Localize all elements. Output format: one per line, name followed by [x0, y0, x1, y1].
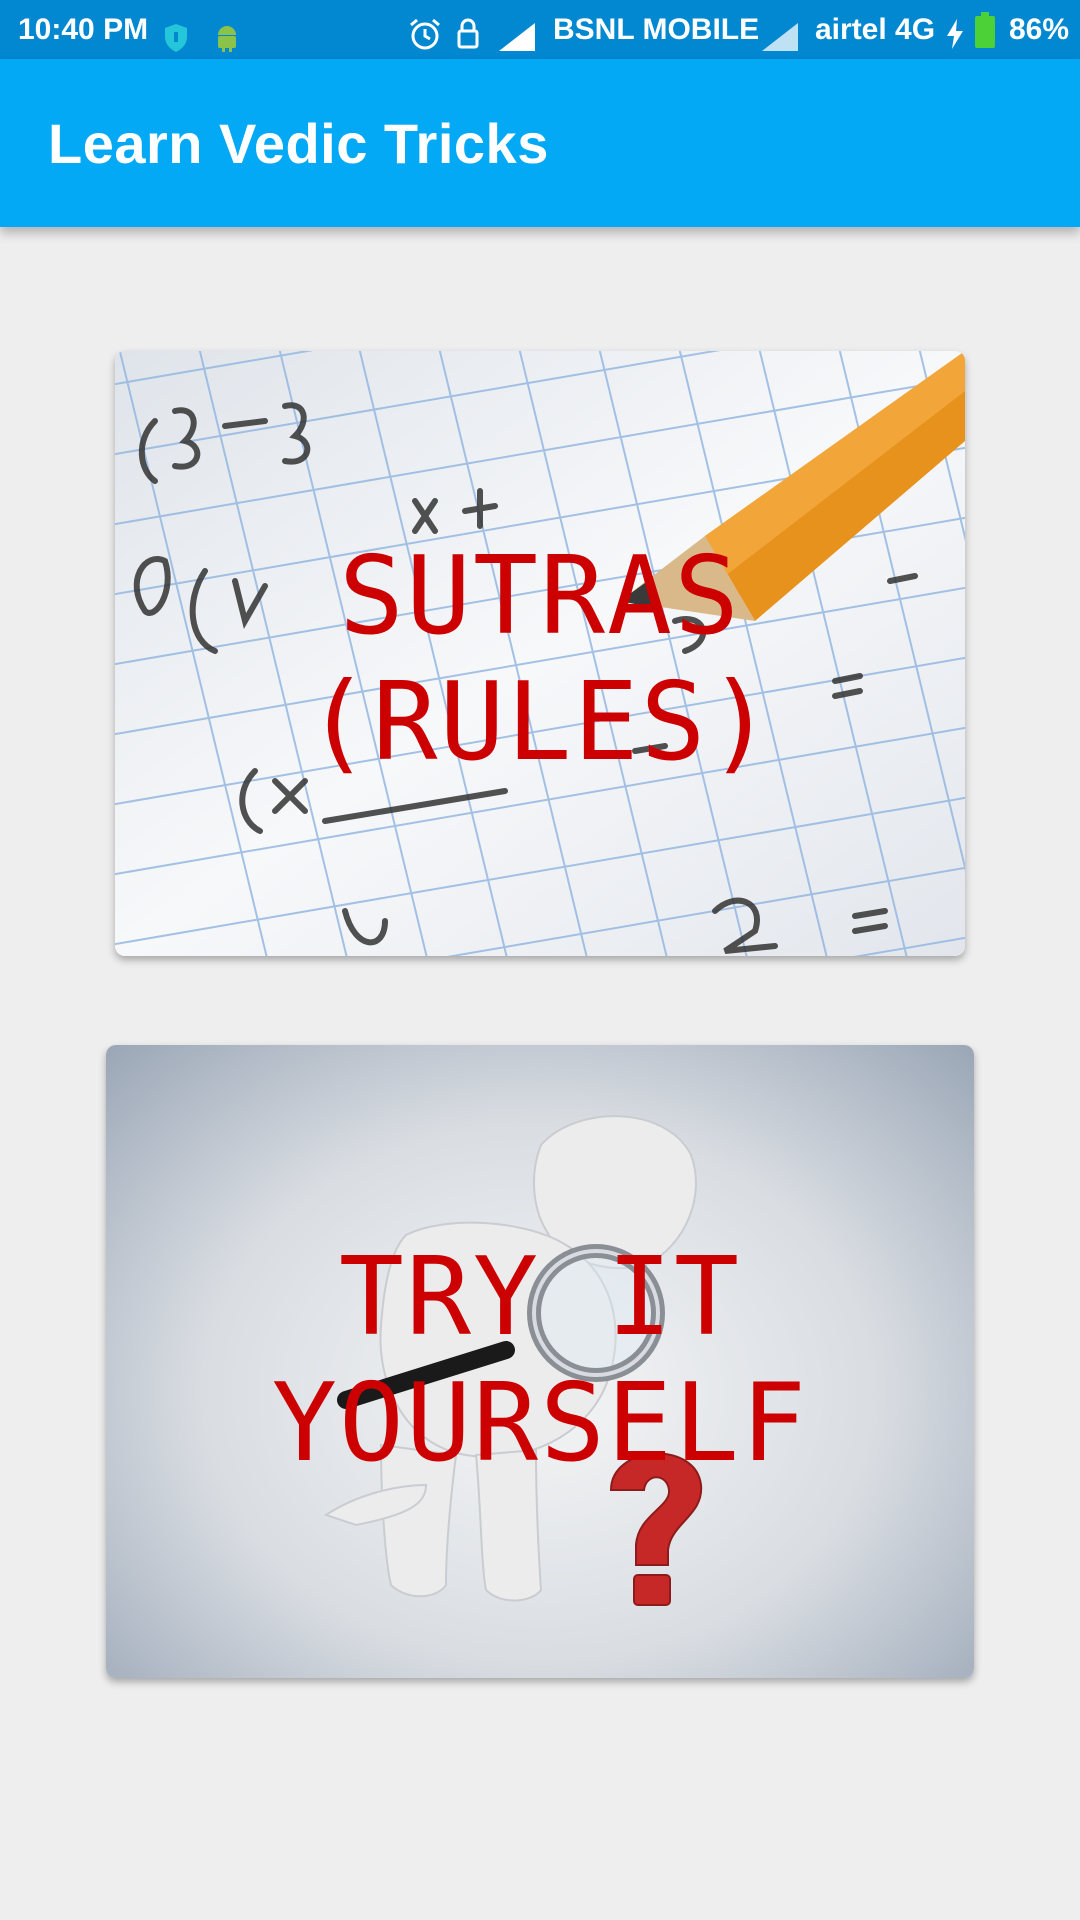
- shield-icon: [163, 14, 189, 52]
- sutras-rules-card[interactable]: SUTRAS (RULES): [115, 351, 965, 956]
- try-label-line1: TRY IT: [338, 1235, 742, 1360]
- app-title: Learn Vedic Tricks: [48, 112, 549, 175]
- battery-icon: [973, 10, 997, 48]
- signal-icon: [497, 14, 537, 51]
- status-time: 10:40 PM: [18, 13, 149, 46]
- carrier-1-label: BSNL MOBILE: [553, 13, 760, 46]
- sutras-label-line2: (RULES): [305, 660, 775, 785]
- carrier-2-label: airtel 4G: [815, 13, 936, 46]
- charging-icon: [944, 12, 966, 49]
- sutras-label-line1: SUTRAS: [338, 534, 742, 659]
- battery-percent: 86%: [1009, 13, 1070, 46]
- app-bar: Learn Vedic Tricks: [0, 59, 1080, 227]
- sutras-rules-label: SUTRAS (RULES): [115, 534, 965, 786]
- try-it-yourself-label: TRY IT YOURSELF: [106, 1235, 974, 1487]
- try-label-line2: YOURSELF: [271, 1361, 809, 1486]
- try-it-yourself-card[interactable]: TRY IT YOURSELF: [106, 1045, 974, 1678]
- lock-icon: [456, 12, 480, 49]
- android-icon: [215, 14, 239, 52]
- status-bar: 10:40 PM BSNL MOBILE airtel 4G 86%: [0, 0, 1080, 59]
- alarm-icon: [408, 12, 442, 50]
- signal-icon: [760, 14, 800, 51]
